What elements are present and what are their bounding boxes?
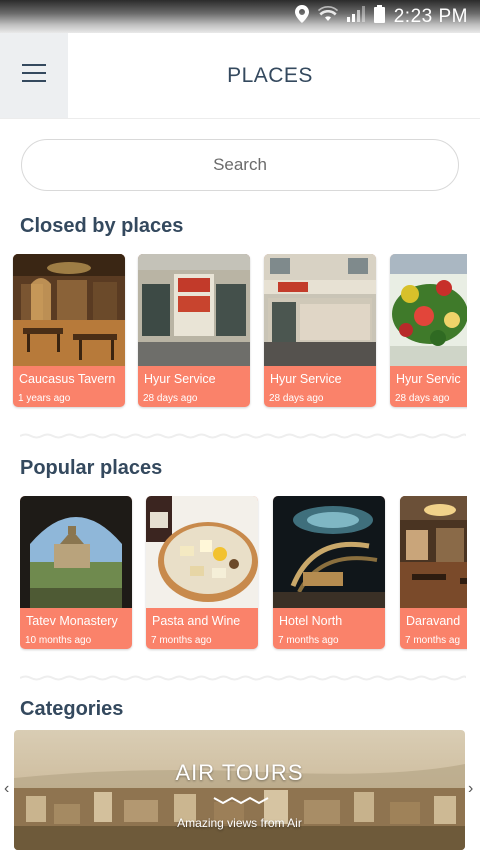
place-name: Hyur Service [270,372,342,386]
place-card[interactable]: Caucasus Tavern 1 years ago [13,254,125,407]
section-title-popular-places: Popular places [20,457,163,479]
place-name: Tatev Monastery [26,614,118,628]
place-time: 7 months ago [278,635,339,646]
place-name: Hyur Service [144,372,216,386]
place-image-restaurant-hall [400,496,467,608]
place-card[interactable]: Hyur Servic 28 days ago [390,254,467,407]
place-time: 7 months ago [151,635,212,646]
place-card[interactable]: Hyur Service 28 days ago [264,254,376,407]
banner-title: AIR TOURS [175,760,304,785]
place-image-hyur-street [264,254,376,366]
category-banner-air-tours[interactable]: AIR TOURS Amazing views from Air [14,730,465,850]
location-icon [294,5,309,28]
place-name: Daravand [406,614,461,628]
battery-icon [373,5,385,28]
place-time: 28 days ago [395,393,450,404]
section-title-categories: Categories [20,698,124,720]
place-card[interactable]: Pasta and Wine 7 months ago [146,496,258,649]
status-time: 2:23 PM [393,5,468,27]
signal-icon [346,6,365,27]
place-card[interactable]: Hyur Service 28 days ago [138,254,250,407]
banner-image-city [14,730,465,850]
place-image-tavern [13,254,125,366]
place-image-hyur-storefront [138,254,250,366]
menu-button[interactable] [0,33,68,118]
chevron-right-icon[interactable]: › [468,780,473,798]
place-name: Hyur Servic [396,372,461,386]
place-image-monastery [20,496,132,608]
place-time: 28 days ago [269,393,324,404]
chevron-left-icon[interactable]: ‹ [4,780,9,798]
status-bar: 2:23 PM [0,0,480,33]
page-title: PLACES [227,63,313,87]
place-image-cheese-plate [146,496,258,608]
place-time: 7 months ag [405,635,461,646]
place-card[interactable]: Tatev Monastery 10 months ago [20,496,132,649]
app-bar: PLACES [0,33,480,119]
place-time: 28 days ago [143,393,198,404]
place-card[interactable]: Daravand 7 months ag [400,496,467,649]
place-time: 1 years ago [18,393,71,404]
wifi-icon [317,6,338,27]
place-name: Hotel North [279,614,343,628]
place-image-food-platter [390,254,467,366]
place-name: Caucasus Tavern [19,372,116,386]
banner-subtitle: Amazing views from Air [177,816,302,830]
closed-places-strip[interactable]: Caucasus Tavern 1 years ago Hyur Service… [12,254,467,410]
hamburger-menu-icon [22,63,46,88]
place-time: 10 months ago [25,635,92,646]
place-card[interactable]: Hotel North 7 months ago [273,496,385,649]
section-divider [20,675,466,681]
section-title-closed-places: Closed by places [20,215,184,237]
popular-places-strip[interactable]: Tatev Monastery 10 months ago Pasta and … [20,496,467,652]
search-input[interactable] [21,139,459,191]
place-image-hotel-staircase [273,496,385,608]
section-divider [20,433,466,439]
place-name: Pasta and Wine [152,614,241,628]
